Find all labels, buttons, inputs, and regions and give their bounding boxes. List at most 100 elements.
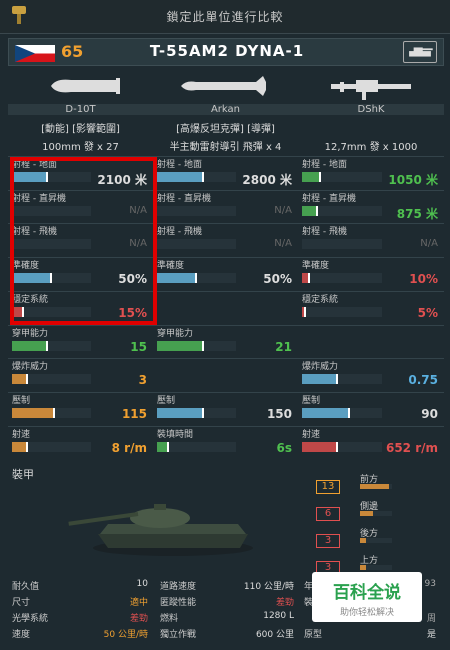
stat-value: 0.75 <box>408 373 438 388</box>
stat-cell: 射速 8 r/m <box>8 426 153 458</box>
bottom-value: 是 <box>426 630 436 640</box>
armor-bar-fill <box>360 511 373 516</box>
watermark: 百科全说 助你轻松解决 <box>312 572 422 622</box>
stat-value: 15 <box>130 339 147 354</box>
stat-bar <box>302 407 382 418</box>
stat-value: 115 <box>121 406 147 421</box>
stat-value: 8 r/m <box>111 440 147 455</box>
pin-icon[interactable] <box>8 4 30 28</box>
stat-bar-fill <box>302 306 306 317</box>
stat-cell: 穿甲能力 15 <box>8 325 153 357</box>
stat-bar-fill <box>12 407 56 418</box>
stat-value: 50% <box>263 272 292 287</box>
stat-label: 準確度 <box>302 261 330 272</box>
stat-label: 射程 - 直昇機 <box>157 193 211 204</box>
bottom-label: 獨立作戰 <box>160 630 197 640</box>
stat-cell: 射程 - 飛機 N/A <box>298 223 444 255</box>
stat-value: 5% <box>417 305 438 320</box>
stat-bar <box>12 407 91 418</box>
stat-cell: 準確度 50% <box>153 257 298 289</box>
stat-label: 射程 - 飛機 <box>157 227 202 238</box>
armor-bar-fill <box>360 565 367 570</box>
stat-bar-fill <box>302 205 318 216</box>
stat-value: N/A <box>420 238 438 250</box>
stat-value: 6s <box>276 440 293 455</box>
stat-value: 2800 米 <box>242 173 292 187</box>
armor-bar-fill <box>360 538 367 543</box>
stat-bar <box>157 172 236 182</box>
stat-label: 射速 <box>302 429 321 440</box>
stat-label: 準確度 <box>157 261 185 272</box>
stat-cell <box>298 325 444 357</box>
weapon-ammo: 半主動雷射導引 飛彈 x 4 <box>169 142 282 153</box>
weapon-ammo: 12,7mm 發 x 1000 <box>324 142 418 153</box>
stat-value: 10% <box>409 272 438 287</box>
stat-value: N/A <box>274 238 292 250</box>
weapon-name: Arkan <box>153 104 298 115</box>
vehicle-name: T-55AM2 DYNA-1 <box>149 42 305 60</box>
stat-label: 壓制 <box>157 395 176 406</box>
weapon-type: [高爆反坦克彈] [導彈] <box>176 124 275 135</box>
stat-bar-fill <box>12 374 28 385</box>
weapon-name: D-10T <box>8 104 153 115</box>
stat-cell: 爆炸威力 0.75 <box>298 358 444 390</box>
watermark-title: 百科全说 <box>333 583 401 603</box>
stat-bar <box>302 205 382 216</box>
compare-lock-title[interactable]: 鎖定此單位進行比較 <box>166 8 283 25</box>
tank-icon <box>403 41 437 63</box>
stat-value: 3 <box>138 373 147 388</box>
stat-value: 652 r/m <box>385 440 438 455</box>
stat-cell <box>153 291 298 323</box>
missile-icon <box>180 76 266 96</box>
stat-bar-fill <box>302 273 310 284</box>
stat-cell: 射速 652 r/m <box>298 426 444 458</box>
bottom-value: 適中 <box>129 598 148 608</box>
bottom-value: 10 <box>136 579 148 589</box>
stat-label: 壓制 <box>12 395 31 406</box>
stat-cell: 射程 - 直昇機 875 米 <box>298 190 444 222</box>
stat-label: 穿甲能力 <box>157 328 194 339</box>
armor-title: 裝甲 <box>12 468 34 481</box>
machine-gun-icon <box>331 80 411 100</box>
bottom-label: 光學系統 <box>12 614 49 624</box>
stat-bar <box>302 239 382 250</box>
bottom-label: 耐久值 <box>12 582 40 592</box>
armor-bar <box>360 484 392 489</box>
armor-bar <box>360 565 392 570</box>
stat-label: 爆炸威力 <box>12 362 49 373</box>
stat-bar-fill <box>157 340 205 351</box>
stat-value: 875 米 <box>396 206 438 221</box>
armor-bar <box>360 511 392 516</box>
stat-value: 150 <box>266 406 292 421</box>
stat-label: 射程 - 地面 <box>157 160 202 170</box>
stat-bar <box>157 273 236 284</box>
armor-bar-fill <box>360 484 389 489</box>
weapon-column-2: Arkan [高爆反坦克彈] [導彈] 半主動雷射導引 飛彈 x 4 <box>153 70 298 154</box>
stat-label: 裝填時間 <box>157 429 194 440</box>
shell-icon <box>50 78 120 94</box>
stat-bar-fill <box>157 441 169 452</box>
stat-cell: 射程 - 飛機 N/A <box>153 223 298 255</box>
stat-value: 90 <box>421 406 438 421</box>
weapon-type: [動能] [影響範圍] <box>41 124 120 135</box>
stat-bar <box>12 374 91 385</box>
bottom-label: 原型 <box>304 630 323 640</box>
armor-bar <box>360 538 392 543</box>
weapon-ammo: 100mm 發 x 27 <box>42 142 119 153</box>
stat-cell: 準確度 10% <box>298 257 444 289</box>
stat-bar <box>157 441 236 452</box>
stat-label: 穩定系統 <box>302 294 339 305</box>
weapon-column-3: DShK 12,7mm 發 x 1000 <box>298 70 444 154</box>
stat-label: 壓制 <box>302 395 321 406</box>
stat-cell: 射程 - 地面 2800 米 <box>153 156 298 188</box>
stat-bar-fill <box>12 441 28 452</box>
bottom-value: 110 公里/時 <box>243 582 294 592</box>
armor-value-box: 13 <box>316 480 340 494</box>
stat-cell <box>153 358 298 390</box>
stat-cell: 穩定系統 5% <box>298 291 444 323</box>
stat-bar <box>157 205 236 216</box>
bottom-label: 速度 <box>12 630 31 640</box>
armor-value-box: 3 <box>316 534 340 548</box>
highlight-box <box>10 157 157 325</box>
vehicle-header: 65 T-55AM2 DYNA-1 <box>8 38 444 66</box>
